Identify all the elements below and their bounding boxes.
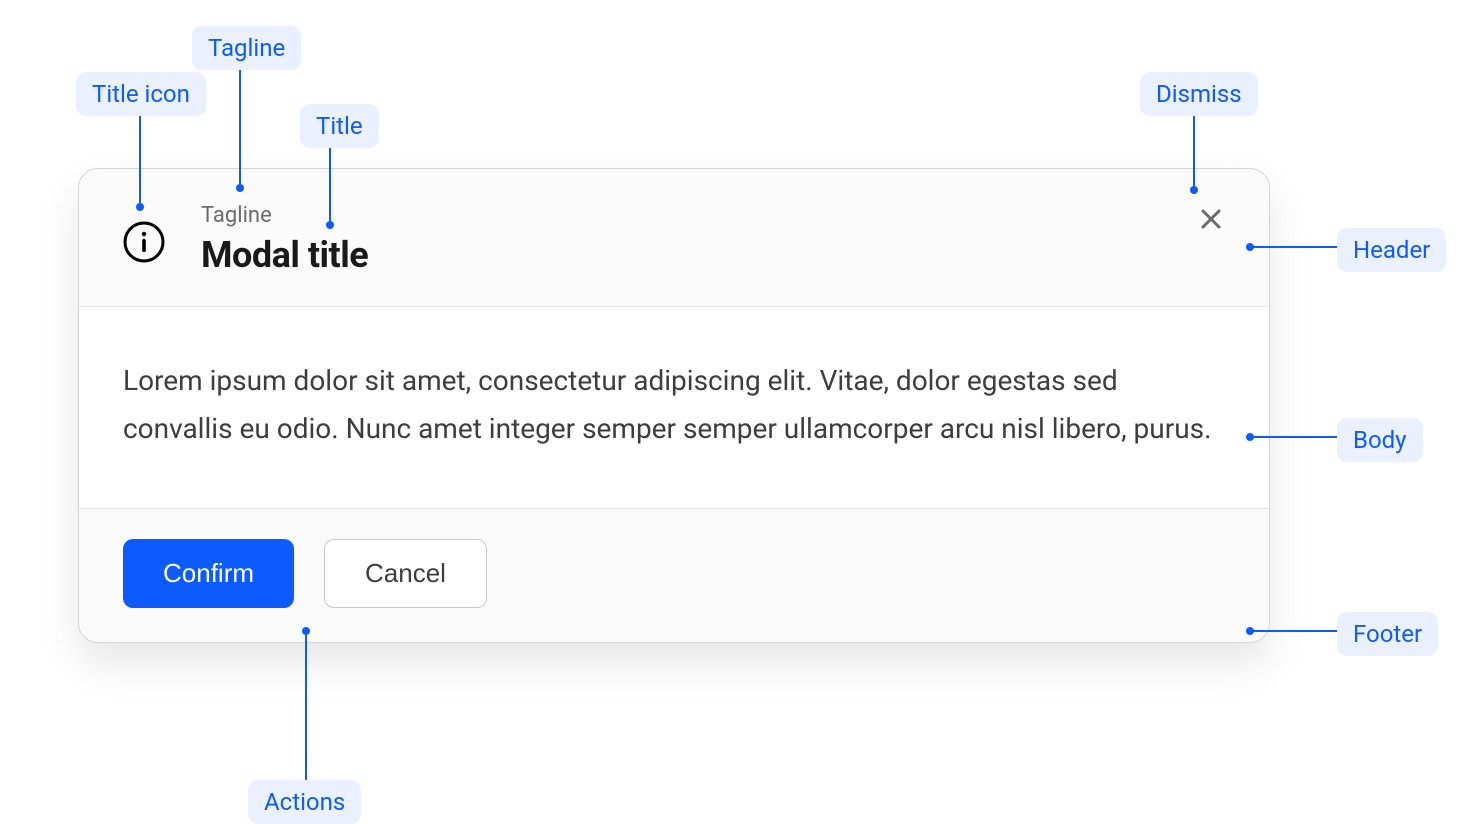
cancel-button[interactable]: Cancel	[324, 539, 487, 608]
modal-body-text: Lorem ipsum dolor sit amet, consectetur …	[123, 357, 1225, 452]
annotation-title: Title	[300, 104, 379, 148]
info-icon	[123, 221, 165, 263]
annotation-tagline: Tagline	[192, 26, 301, 70]
annotation-dismiss: Dismiss	[1140, 72, 1258, 116]
dismiss-button[interactable]	[1195, 203, 1227, 235]
annotation-actions: Actions	[248, 780, 361, 824]
confirm-button[interactable]: Confirm	[123, 539, 294, 608]
modal-body: Lorem ipsum dolor sit amet, consectetur …	[79, 307, 1269, 508]
annotation-title-icon: Title icon	[76, 72, 206, 116]
title-block: Tagline Modal title	[201, 203, 368, 276]
modal-header: Tagline Modal title	[79, 169, 1269, 307]
modal-footer: Confirm Cancel	[79, 508, 1269, 642]
annotation-header: Header	[1337, 228, 1446, 272]
modal-dialog: Tagline Modal title Lorem ipsum dolor si…	[78, 168, 1270, 643]
annotation-body: Body	[1337, 418, 1423, 462]
annotation-footer: Footer	[1337, 612, 1438, 656]
close-icon	[1199, 207, 1223, 231]
modal-title: Modal title	[201, 234, 368, 276]
modal-tagline: Tagline	[201, 203, 368, 228]
